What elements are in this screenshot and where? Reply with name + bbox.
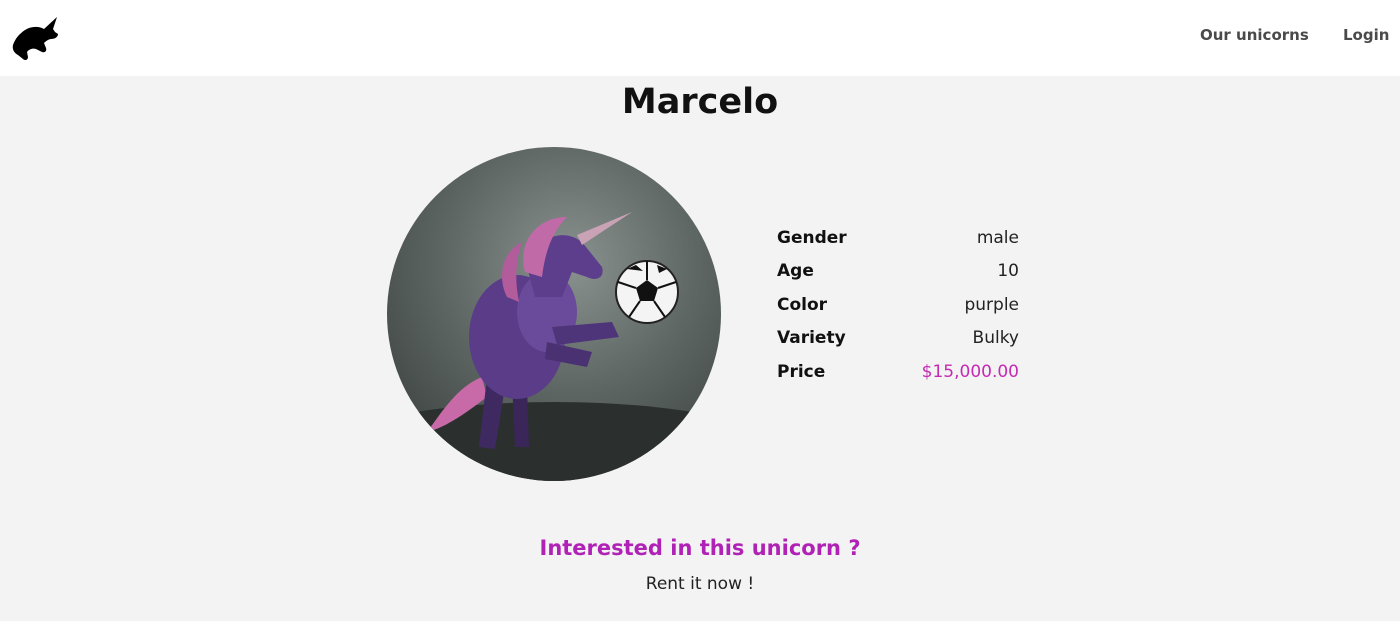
nav-our-unicorns-link[interactable]: Our unicorns [1200,26,1309,44]
detail-label: Gender [777,228,847,248]
detail-value: Bulky [972,328,1019,349]
detail-row-gender: Gender male [777,228,1019,261]
detail-row-price: Price $15,000.00 [777,362,1019,395]
detail-row-color: Color purple [777,295,1019,328]
site-header: Our unicorns Login [0,0,1400,76]
detail-label: Variety [777,328,846,349]
page-title: Marcelo [621,82,779,122]
unicorn-soccer-illustration [387,212,721,481]
detail-label: Color [777,294,828,315]
detail-label: Age [777,261,814,282]
detail-value: purple [964,294,1019,315]
unicorn-photo [387,147,721,481]
unicorn-details: Gender male Age 10 Color purple Variety … [777,228,1019,395]
cta-title: Interested in this unicorn ? [539,536,861,560]
detail-value: 10 [997,261,1019,282]
nav-login-link[interactable]: Login [1343,26,1389,44]
detail-value: male [976,228,1019,248]
price-value: $15,000.00 [921,361,1019,382]
detail-row-age: Age 10 [777,261,1019,294]
detail-row-variety: Variety Bulky [777,328,1019,361]
cta-rent-link[interactable]: Rent it now ! [0,574,1400,594]
unicorn-logo-icon[interactable] [11,15,61,61]
detail-label: Price [777,361,826,382]
